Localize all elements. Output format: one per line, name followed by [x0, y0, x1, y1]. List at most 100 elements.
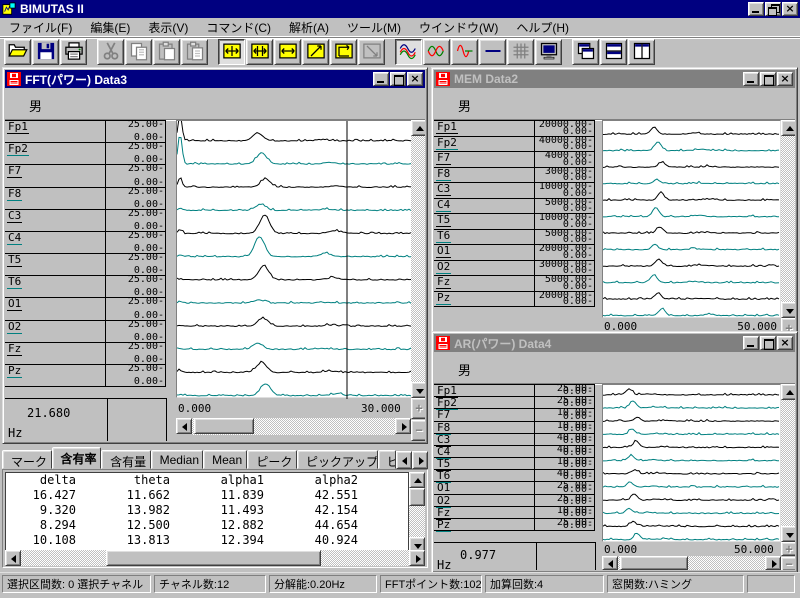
two-waves-button[interactable]	[423, 39, 450, 65]
menu-item-1[interactable]: 編集(E)	[81, 17, 139, 38]
scroll-down-button[interactable]	[781, 302, 795, 318]
mem-channel-label-Fz[interactable]: Fz	[436, 276, 451, 289]
mem-channel-label-Fp1[interactable]: Fp1	[436, 121, 458, 134]
scroll-up-button[interactable]	[411, 120, 425, 136]
fit-horizontal-button[interactable]	[274, 39, 301, 65]
scroll-track[interactable]	[618, 556, 765, 570]
fit-diagonal-button[interactable]	[302, 39, 329, 65]
scroll-up-button[interactable]	[409, 472, 425, 488]
scroll-track[interactable]	[21, 550, 409, 566]
tab-6[interactable]: ピックアップ	[297, 450, 378, 469]
tile-horizontal-button[interactable]	[600, 39, 627, 65]
menu-item-5[interactable]: ツール(M)	[338, 17, 410, 38]
scroll-track[interactable]	[409, 488, 425, 537]
scroll-down-button[interactable]	[411, 382, 425, 398]
fft-channel-label-T6[interactable]: T6	[7, 276, 22, 289]
close-button[interactable]: ×	[777, 72, 793, 86]
scroll-track[interactable]	[192, 418, 395, 435]
document-icon[interactable]	[436, 72, 450, 86]
main-titlebar[interactable]: BIMUTAS II ×	[0, 0, 800, 18]
maximize-button[interactable]	[390, 72, 406, 86]
mem-zoom-in-button[interactable]: +	[781, 318, 795, 332]
fft-titlebar[interactable]: FFT(パワー) Data3 ×	[5, 70, 425, 88]
minimize-button[interactable]	[743, 72, 759, 86]
open-file-button[interactable]	[4, 39, 31, 65]
mem-channel-label-C3[interactable]: C3	[436, 183, 451, 196]
mem-channel-label-T5[interactable]: T5	[436, 214, 451, 227]
close-button[interactable]: ×	[782, 2, 798, 16]
scroll-up-button[interactable]	[781, 384, 795, 400]
monitor-button[interactable]	[535, 39, 562, 65]
fft-channel-label-T5[interactable]: T5	[7, 254, 22, 267]
menu-item-0[interactable]: ファイル(F)	[0, 17, 81, 38]
fit-corner-button[interactable]	[330, 39, 357, 65]
close-button[interactable]: ×	[777, 336, 793, 350]
scroll-left-button[interactable]	[176, 418, 192, 434]
tab-1[interactable]: 含有率	[52, 447, 102, 469]
table-row[interactable]: 8.29412.50012.88244.654	[6, 518, 408, 533]
fit-width-all-button[interactable]	[246, 39, 273, 65]
tab-4[interactable]: Mean	[203, 450, 247, 469]
fft-channel-label-C4[interactable]: C4	[7, 232, 22, 245]
mem-channel-label-O1[interactable]: O1	[436, 245, 451, 258]
tab-0[interactable]: マーク	[2, 450, 52, 469]
ar-plot[interactable]	[602, 384, 781, 542]
ar-titlebar[interactable]: AR(パワー) Data4 ×	[434, 334, 795, 352]
scroll-up-button[interactable]	[781, 120, 795, 136]
grid-button[interactable]	[507, 39, 534, 65]
scroll-thumb[interactable]	[194, 418, 254, 434]
baseline-button[interactable]	[479, 39, 506, 65]
mem-channel-label-F8[interactable]: F8	[436, 168, 451, 181]
fft-channel-label-Fp1[interactable]: Fp1	[7, 121, 29, 134]
cascade-windows-button[interactable]	[572, 39, 599, 65]
close-button[interactable]: ×	[407, 72, 423, 86]
table-row[interactable]: 10.10813.81312.39440.924	[6, 533, 408, 548]
table-row[interactable]: 9.32013.98211.49342.154	[6, 503, 408, 518]
scroll-right-button[interactable]	[765, 556, 781, 570]
fft-channel-label-C3[interactable]: C3	[7, 210, 22, 223]
overlay-waves-button[interactable]	[395, 39, 422, 65]
fft-channel-label-Fp2[interactable]: Fp2	[7, 143, 29, 156]
scroll-right-button[interactable]	[409, 550, 425, 566]
scroll-thumb[interactable]	[409, 488, 425, 506]
tab-scroll-left-button[interactable]	[396, 451, 412, 469]
mem-channel-label-C4[interactable]: C4	[436, 199, 451, 212]
maximize-button[interactable]	[760, 336, 776, 350]
scroll-track[interactable]	[781, 136, 795, 302]
minimize-button[interactable]	[743, 336, 759, 350]
scroll-down-button[interactable]	[781, 526, 795, 542]
restore-button[interactable]	[765, 2, 781, 16]
minimize-button[interactable]	[373, 72, 389, 86]
ar-zoom-out-button[interactable]: −	[781, 557, 795, 570]
mem-channel-label-T6[interactable]: T6	[436, 230, 451, 243]
one-wave-button[interactable]	[451, 39, 478, 65]
minimize-button[interactable]	[748, 2, 764, 16]
mem-channel-label-Fp2[interactable]: Fp2	[436, 137, 458, 150]
scroll-thumb[interactable]	[106, 550, 321, 566]
tab-5[interactable]: ピーク	[247, 450, 297, 469]
fft-channel-label-O1[interactable]: O1	[7, 298, 22, 311]
ar-channel-label-Pz[interactable]: Pz	[436, 519, 451, 532]
mem-channel-label-Pz[interactable]: Pz	[436, 292, 451, 305]
fft-plot[interactable]	[176, 120, 413, 398]
mem-channel-label-F7[interactable]: F7	[436, 152, 451, 165]
menu-item-7[interactable]: ヘルプ(H)	[507, 17, 578, 38]
ar-zoom-in-button[interactable]: +	[781, 542, 795, 556]
mem-plot[interactable]	[602, 120, 781, 318]
mem-titlebar[interactable]: MEM Data2 ×	[434, 70, 795, 88]
scroll-track[interactable]	[781, 400, 795, 526]
menu-item-6[interactable]: ウインドウ(W)	[410, 17, 507, 38]
scroll-thumb[interactable]	[620, 556, 688, 570]
fft-channel-label-Pz[interactable]: Pz	[7, 365, 22, 378]
menu-item-3[interactable]: コマンド(C)	[197, 17, 280, 38]
mem-channel-label-O2[interactable]: O2	[436, 261, 451, 274]
scroll-track[interactable]	[411, 136, 425, 382]
app-icon[interactable]	[2, 2, 16, 16]
tab-7[interactable]: ピ	[378, 450, 396, 469]
maximize-button[interactable]	[760, 72, 776, 86]
tab-2[interactable]: 含有量	[101, 450, 151, 469]
menu-item-2[interactable]: 表示(V)	[139, 17, 197, 38]
fit-width-button[interactable]	[218, 39, 245, 65]
fft-channel-label-O2[interactable]: O2	[7, 321, 22, 334]
save-file-button[interactable]	[32, 39, 59, 65]
